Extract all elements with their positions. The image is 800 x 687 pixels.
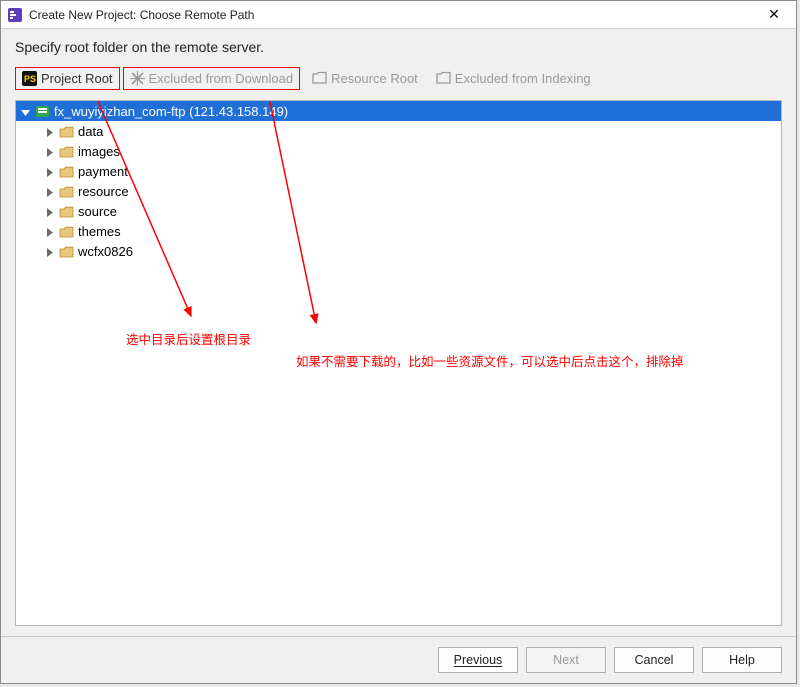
tree-item[interactable]: images <box>16 141 781 161</box>
triangle-down-icon[interactable] <box>20 106 31 117</box>
remote-tree[interactable]: fx_wuyiyizhan_com-ftp (121.43.158.149) d… <box>15 100 782 626</box>
excluded-indexing-label: Excluded from Indexing <box>455 71 591 86</box>
tree-item[interactable]: data <box>16 121 781 141</box>
app-icon <box>7 7 23 23</box>
folder-outline-icon <box>436 71 451 86</box>
resource-root-label: Resource Root <box>331 71 418 86</box>
excluded-download-button[interactable]: Excluded from Download <box>123 67 301 90</box>
tree-root-row[interactable]: fx_wuyiyizhan_com-ftp (121.43.158.149) <box>16 101 781 121</box>
window-title: Create New Project: Choose Remote Path <box>29 8 758 22</box>
tree-item-label: wcfx0826 <box>78 244 133 259</box>
triangle-right-icon[interactable] <box>44 186 55 197</box>
folder-icon <box>59 145 74 158</box>
triangle-right-icon[interactable] <box>44 146 55 157</box>
svg-text:PS: PS <box>24 74 36 84</box>
triangle-right-icon[interactable] <box>44 166 55 177</box>
tree-item[interactable]: payment <box>16 161 781 181</box>
tree-children: data images payment resource source <box>16 121 781 261</box>
tree-root-label: fx_wuyiyizhan_com-ftp (121.43.158.149) <box>54 104 288 119</box>
tree-item-label: payment <box>78 164 128 179</box>
tree-item-label: themes <box>78 224 121 239</box>
tree-item-label: images <box>78 144 120 159</box>
server-icon <box>35 105 50 118</box>
excluded-download-label: Excluded from Download <box>149 71 294 86</box>
excluded-indexing-button[interactable]: Excluded from Indexing <box>430 68 597 89</box>
triangle-right-icon[interactable] <box>44 246 55 257</box>
tree-item[interactable]: resource <box>16 181 781 201</box>
tree-item[interactable]: source <box>16 201 781 221</box>
instruction-text: Specify root folder on the remote server… <box>1 29 796 63</box>
next-button: Next <box>526 647 606 673</box>
project-root-label: Project Root <box>41 71 113 86</box>
folder-icon <box>59 205 74 218</box>
triangle-right-icon[interactable] <box>44 126 55 137</box>
tree-item[interactable]: wcfx0826 <box>16 241 781 261</box>
help-button[interactable]: Help <box>702 647 782 673</box>
close-button[interactable]: ✕ <box>758 4 790 26</box>
toolbar: PS Project Root Excluded from Download R… <box>1 63 796 94</box>
folder-outline-icon <box>312 71 327 86</box>
folder-icon <box>59 165 74 178</box>
titlebar: Create New Project: Choose Remote Path ✕ <box>1 1 796 29</box>
tree-item-label: data <box>78 124 103 139</box>
triangle-right-icon[interactable] <box>44 226 55 237</box>
tree-item-label: source <box>78 204 117 219</box>
annotation-text-1: 选中目录后设置根目录 <box>126 329 251 348</box>
dialog-window: Create New Project: Choose Remote Path ✕… <box>0 0 797 684</box>
folder-icon <box>59 225 74 238</box>
tree-item-label: resource <box>78 184 129 199</box>
ps-badge-icon: PS <box>22 71 37 86</box>
dialog-footer: Previous Next Cancel Help <box>1 636 796 683</box>
triangle-right-icon[interactable] <box>44 206 55 217</box>
cancel-button[interactable]: Cancel <box>614 647 694 673</box>
annotation-text-2: 如果不需要下载的，比如一些资源文件，可以选中后点击这个，排除掉 <box>296 351 684 370</box>
tree-item[interactable]: themes <box>16 221 781 241</box>
folder-icon <box>59 125 74 138</box>
excluded-icon <box>130 71 145 86</box>
folder-icon <box>59 245 74 258</box>
previous-button[interactable]: Previous <box>438 647 518 673</box>
project-root-button[interactable]: PS Project Root <box>15 67 120 90</box>
resource-root-button[interactable]: Resource Root <box>306 68 424 89</box>
folder-icon <box>59 185 74 198</box>
